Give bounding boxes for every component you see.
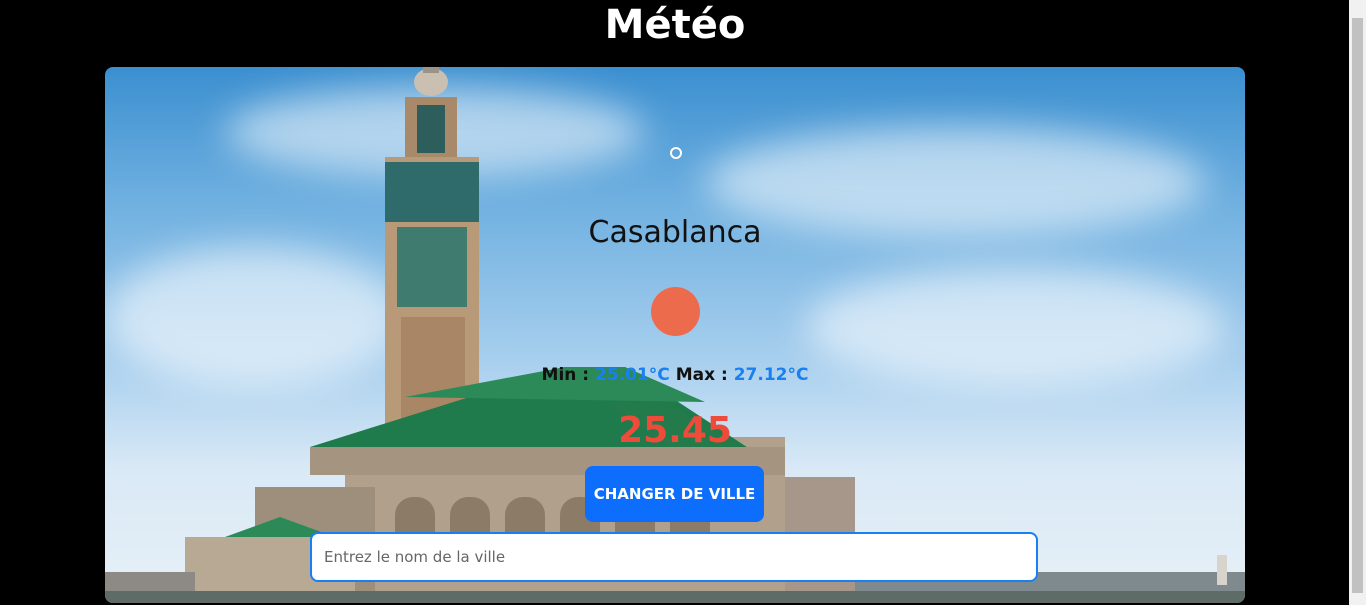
scrollbar-thumb[interactable]: [1352, 18, 1363, 593]
weather-page: Météo Casablanca Min: 25.01°C Max: 27.…: [0, 0, 1366, 605]
min-label: Min :: [541, 365, 590, 385]
loading-indicator-icon: [670, 147, 682, 159]
current-temperature: 25.45: [618, 410, 732, 451]
city-search-input[interactable]: [310, 532, 1038, 582]
min-max-temperatures: Min : 25.01°C Max : 27.12°C: [105, 363, 1245, 387]
weather-card: Casablanca Min : 25.01°C Max : 27.12°C 2…: [105, 67, 1245, 603]
min-value: 25.01°C: [595, 365, 670, 385]
max-value: 27.12°C: [733, 365, 809, 385]
change-city-button[interactable]: CHANGER DE VILLE: [585, 466, 764, 522]
city-name: Casablanca: [588, 215, 762, 250]
page-title: Météo: [604, 2, 746, 48]
vertical-scrollbar[interactable]: [1349, 0, 1366, 605]
max-label: Max :: [675, 365, 728, 385]
sun-icon: [651, 287, 700, 336]
